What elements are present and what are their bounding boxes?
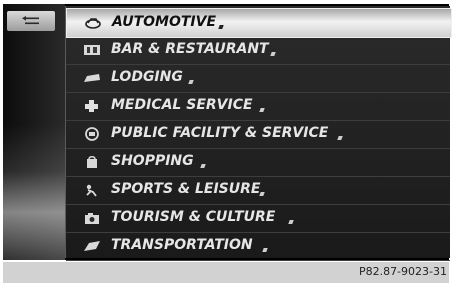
shopping-bag-icon: [87, 155, 97, 168]
back-arrow-icon: [22, 16, 39, 25]
category-row-transportation[interactable]: TRANSPORTATION: [66, 232, 450, 261]
category-label: LODGING: [111, 69, 183, 85]
more-indicator-icon: [262, 248, 268, 252]
public-building-icon: [85, 127, 99, 141]
category-label: SHOPPING: [111, 153, 194, 169]
figure-caption: P82.87-9023-31: [358, 265, 447, 278]
category-label: PUBLIC FACILITY & SERVICE: [111, 125, 329, 141]
category-row-automotive[interactable]: AUTOMOTIVE: [66, 8, 452, 38]
transportation-icon: [84, 241, 100, 251]
category-label: AUTOMOTIVE: [112, 14, 217, 30]
category-row-lodging[interactable]: LODGING: [66, 64, 450, 93]
category-row-bar-restaurant[interactable]: BAR & RESTAURANT: [66, 36, 450, 65]
category-row-public-facility[interactable]: PUBLIC FACILITY & SERVICE: [66, 120, 450, 149]
more-indicator-icon: [259, 192, 265, 196]
more-indicator-icon: [218, 25, 224, 29]
category-label: SPORTS & LEISURE: [111, 181, 261, 197]
sports-icon: [86, 184, 97, 197]
category-list: AUTOMOTIVE BAR & RESTAURANT LODGING MEDI…: [65, 6, 452, 261]
category-label: BAR & RESTAURANT: [111, 41, 269, 57]
left-panel: [3, 4, 65, 260]
panel-glow: [3, 124, 65, 260]
category-row-medical-service[interactable]: MEDICAL SERVICE: [66, 92, 450, 121]
more-indicator-icon: [288, 220, 294, 224]
medical-cross-icon: [85, 100, 98, 112]
display-screen: AUTOMOTIVE BAR & RESTAURANT LODGING MEDI…: [3, 4, 452, 261]
category-label: TOURISM & CULTURE: [111, 209, 276, 225]
back-button[interactable]: [7, 11, 55, 31]
camera-icon: [85, 213, 99, 224]
category-row-sports-leisure[interactable]: SPORTS & LEISURE: [66, 176, 450, 205]
car-icon: [85, 18, 101, 29]
category-row-tourism-culture[interactable]: TOURISM & CULTURE: [66, 204, 450, 233]
more-indicator-icon: [337, 136, 343, 140]
bed-icon: [84, 74, 100, 82]
restaurant-icon: [84, 45, 100, 55]
category-label: TRANSPORTATION: [111, 237, 253, 253]
figure-frame: AUTOMOTIVE BAR & RESTAURANT LODGING MEDI…: [0, 0, 452, 287]
more-indicator-icon: [259, 108, 265, 112]
more-indicator-icon: [188, 80, 194, 84]
category-row-shopping[interactable]: SHOPPING: [66, 148, 450, 177]
more-indicator-icon: [270, 52, 276, 56]
more-indicator-icon: [200, 164, 206, 168]
category-label: MEDICAL SERVICE: [111, 97, 253, 113]
figure-footer: P82.87-9023-31: [3, 262, 449, 283]
